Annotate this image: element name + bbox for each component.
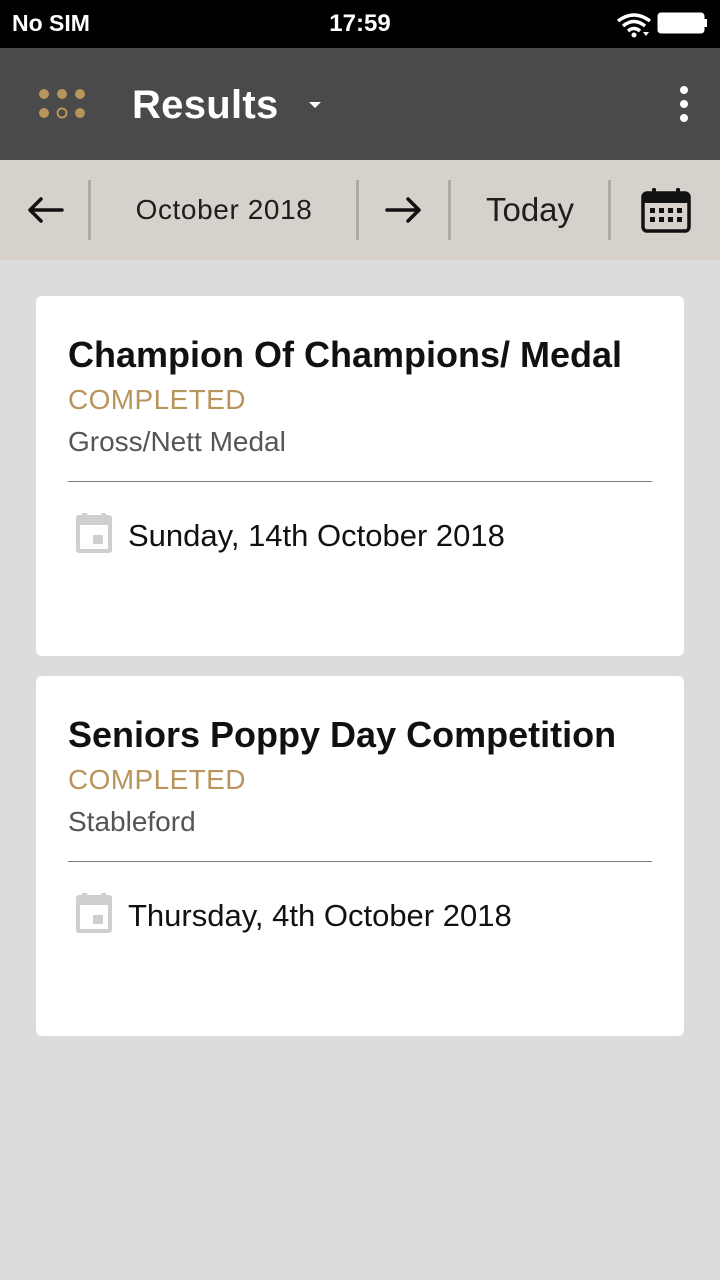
more-vert-icon[interactable] bbox=[670, 84, 698, 124]
app-bar: Results bbox=[0, 48, 720, 160]
calendar-picker-button[interactable] bbox=[611, 160, 720, 260]
status-badge: COMPLETED bbox=[68, 384, 246, 415]
battery-icon bbox=[657, 12, 707, 34]
result-card[interactable]: Seniors Poppy Day Competition COMPLETED … bbox=[36, 676, 684, 1036]
status-bar: No SIM 17:59 bbox=[0, 0, 720, 48]
calendar-day-icon bbox=[76, 513, 112, 553]
competition-format: Stableford bbox=[68, 806, 196, 837]
clock: 17:59 bbox=[329, 10, 391, 37]
month-label: October 2018 bbox=[135, 194, 313, 225]
competition-date: Thursday, 4th October 2018 bbox=[128, 898, 512, 933]
competition-title: Seniors Poppy Day Competition bbox=[68, 714, 617, 755]
card-divider bbox=[68, 481, 652, 482]
previous-month-button[interactable] bbox=[0, 160, 90, 260]
calendar-icon bbox=[640, 188, 691, 233]
today-label: Today bbox=[485, 191, 575, 228]
competition-date: Sunday, 14th October 2018 bbox=[128, 518, 505, 553]
competition-title: Champion Of Champions/ Medal bbox=[68, 334, 623, 375]
calendar-day-icon bbox=[76, 893, 112, 933]
competition-format: Gross/Nett Medal bbox=[68, 426, 286, 457]
wifi-icon bbox=[616, 13, 652, 38]
page-title: Results bbox=[132, 82, 279, 127]
arrow-right-icon bbox=[385, 197, 421, 223]
today-button[interactable]: Today bbox=[451, 160, 609, 260]
apps-grid-icon[interactable] bbox=[36, 86, 88, 124]
next-month-button[interactable] bbox=[359, 160, 449, 260]
card-divider bbox=[68, 861, 652, 862]
caret-down-icon bbox=[308, 102, 321, 108]
arrow-left-icon bbox=[28, 197, 64, 223]
month-label-cell: October 2018 bbox=[91, 160, 357, 260]
results-dropdown[interactable]: Results bbox=[132, 78, 321, 132]
date-navigation-bar: October 2018 Today bbox=[0, 160, 720, 260]
result-card[interactable]: Champion Of Champions/ Medal COMPLETED G… bbox=[36, 296, 684, 656]
status-badge: COMPLETED bbox=[68, 764, 246, 795]
